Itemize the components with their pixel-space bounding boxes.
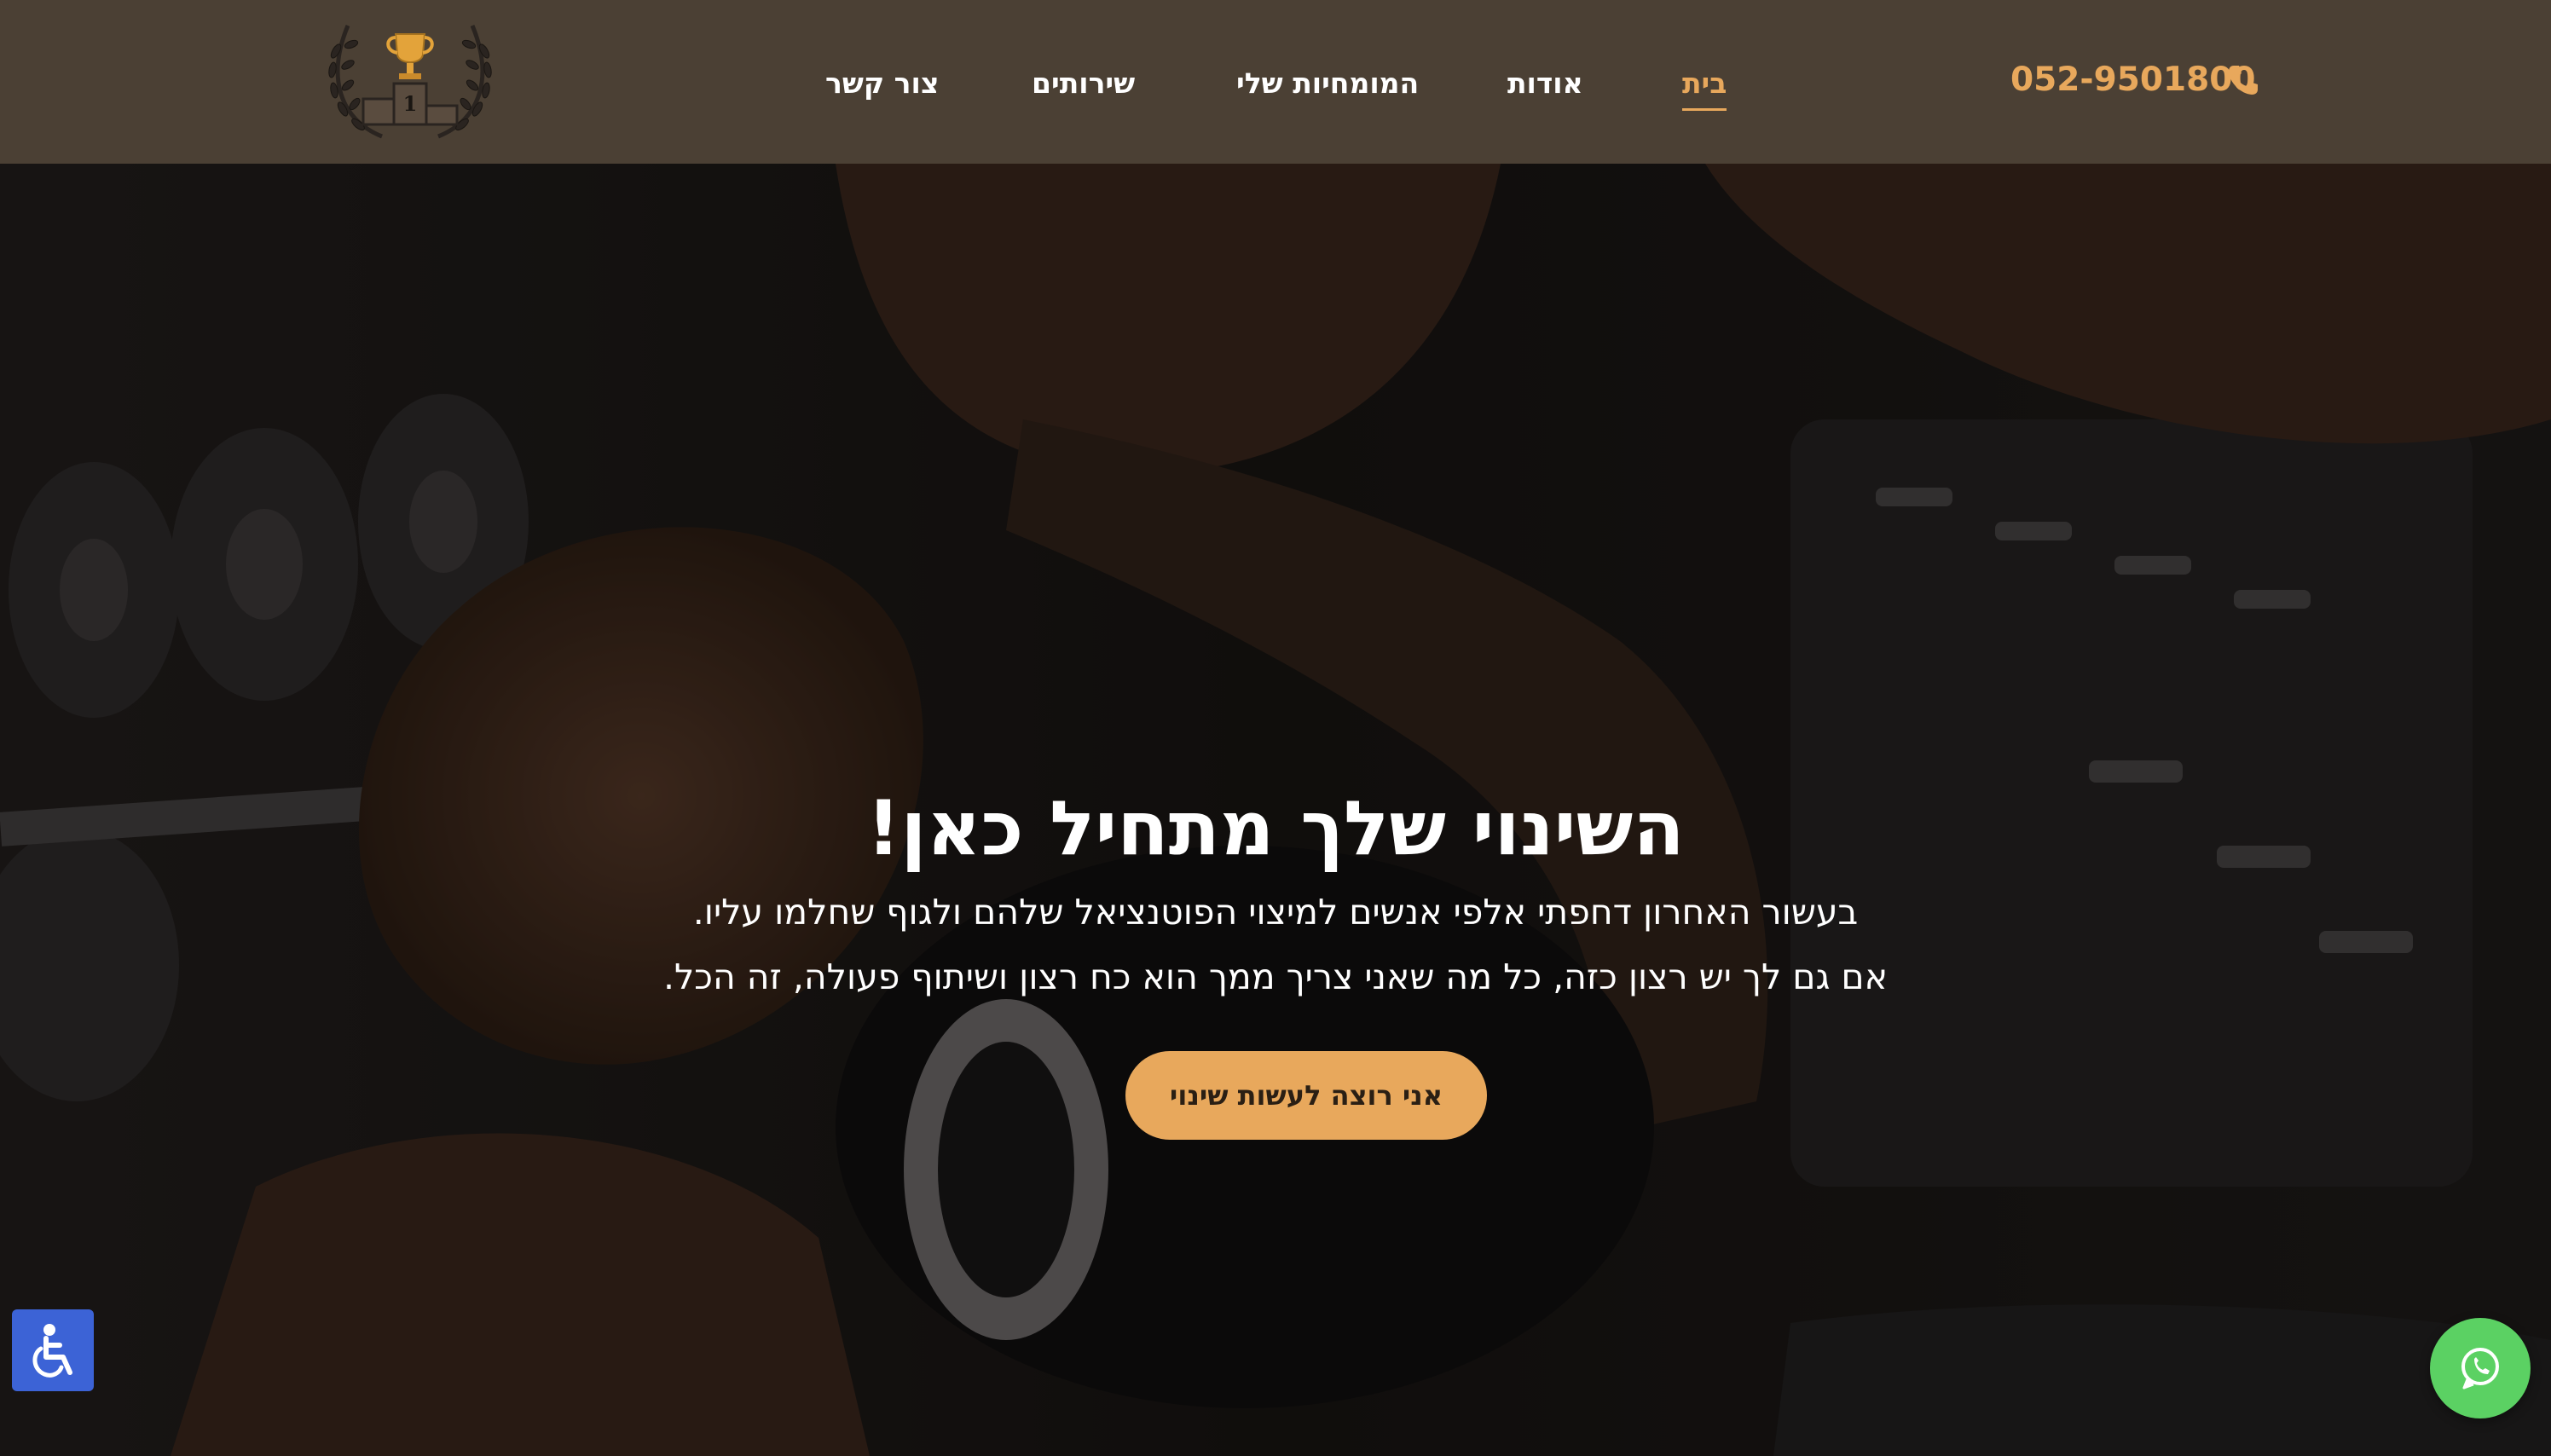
- hero-subtitle-line-2: אם גם לך יש רצון כזה, כל מה שאני צריך ממ…: [662, 956, 1889, 997]
- nav-item-services[interactable]: שירותים: [1032, 58, 1135, 109]
- hero-section: השינוי שלך מתחיל כאן! בעשור האחרון דחפתי…: [0, 164, 2551, 1456]
- nav-item-contact[interactable]: צור קשר: [825, 58, 939, 109]
- nav-item-expertise[interactable]: המומחיות שלי: [1236, 58, 1419, 109]
- nav-item-home[interactable]: בית: [1682, 58, 1727, 109]
- whatsapp-button[interactable]: [2430, 1318, 2531, 1418]
- active-nav-underline: [1682, 108, 1727, 111]
- site-header: 1 צור קשר שירותים המומחיות שלי אודות בית…: [0, 0, 2551, 164]
- cta-button[interactable]: אני רוצה לעשות שינוי: [1125, 1051, 1487, 1140]
- accessibility-button[interactable]: [12, 1309, 94, 1391]
- hero-subtitle-line-1: בעשור האחרון דחפתי אלפי אנשים למיצוי הפו…: [692, 892, 1859, 933]
- accessibility-icon: [32, 1324, 72, 1378]
- phone-icon: [2229, 66, 2258, 95]
- whatsapp-icon: [2461, 1348, 2499, 1390]
- nav-item-about[interactable]: אודות: [1507, 58, 1583, 109]
- hero-title: השינוי שלך מתחיל כאן!: [866, 784, 1685, 872]
- phone-link[interactable]: 052-9501800: [2010, 55, 2256, 106]
